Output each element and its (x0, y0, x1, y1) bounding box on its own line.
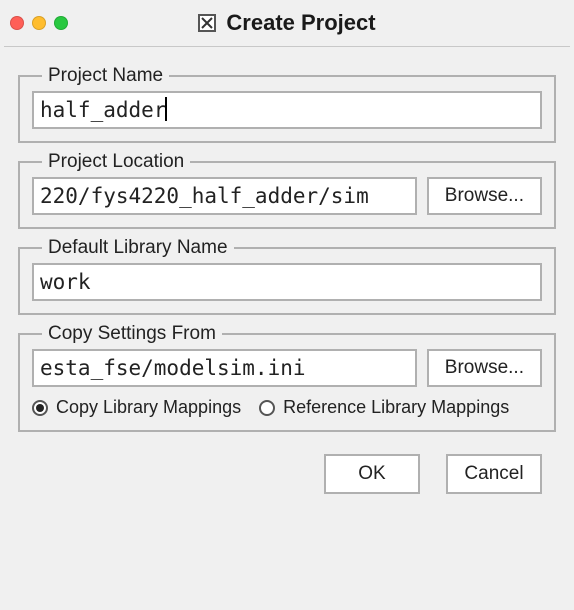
copy-settings-input[interactable]: esta_fse/modelsim.ini (32, 349, 417, 387)
titlebar: Create Project (0, 0, 574, 46)
browse-label: Browse... (445, 357, 524, 378)
project-name-group: Project Name half_adder (18, 75, 556, 143)
dialog-footer: OK Cancel (18, 440, 556, 494)
project-location-legend: Project Location (42, 151, 190, 173)
text-cursor (165, 97, 167, 121)
radio-reference-library-mappings[interactable]: Reference Library Mappings (259, 397, 509, 418)
dialog-body: Project Name half_adder Project Location… (0, 47, 574, 512)
radio-copy-library-mappings[interactable]: Copy Library Mappings (32, 397, 241, 418)
window-title: Create Project (226, 10, 375, 36)
zoom-window-button[interactable] (54, 16, 68, 30)
project-location-group: Project Location 220/fys4220_half_adder/… (18, 161, 556, 229)
project-location-browse-button[interactable]: Browse... (427, 177, 542, 215)
ok-button[interactable]: OK (324, 454, 420, 494)
app-x-icon (198, 14, 216, 32)
ok-label: OK (358, 463, 385, 484)
cancel-label: Cancel (464, 463, 523, 484)
project-name-legend: Project Name (42, 65, 169, 87)
default-library-input[interactable]: work (32, 263, 542, 301)
copy-settings-group: Copy Settings From esta_fse/modelsim.ini… (18, 333, 556, 432)
title-center: Create Project (0, 10, 574, 36)
project-location-value: 220/fys4220_half_adder/sim (40, 184, 369, 208)
cancel-button[interactable]: Cancel (446, 454, 542, 494)
browse-label: Browse... (445, 185, 524, 206)
window-controls (10, 16, 68, 30)
default-library-group: Default Library Name work (18, 247, 556, 315)
radio-copy-label: Copy Library Mappings (56, 397, 241, 418)
copy-settings-value: esta_fse/modelsim.ini (40, 356, 306, 380)
project-name-input[interactable]: half_adder (32, 91, 542, 129)
default-library-legend: Default Library Name (42, 237, 234, 259)
project-location-input[interactable]: 220/fys4220_half_adder/sim (32, 177, 417, 215)
radio-indicator-icon (259, 400, 275, 416)
default-library-value: work (40, 270, 91, 294)
copy-settings-legend: Copy Settings From (42, 323, 222, 345)
minimize-window-button[interactable] (32, 16, 46, 30)
copy-settings-radio-row: Copy Library Mappings Reference Library … (32, 397, 542, 418)
radio-reference-label: Reference Library Mappings (283, 397, 509, 418)
close-window-button[interactable] (10, 16, 24, 30)
copy-settings-browse-button[interactable]: Browse... (427, 349, 542, 387)
radio-indicator-icon (32, 400, 48, 416)
project-name-value: half_adder (40, 98, 166, 122)
